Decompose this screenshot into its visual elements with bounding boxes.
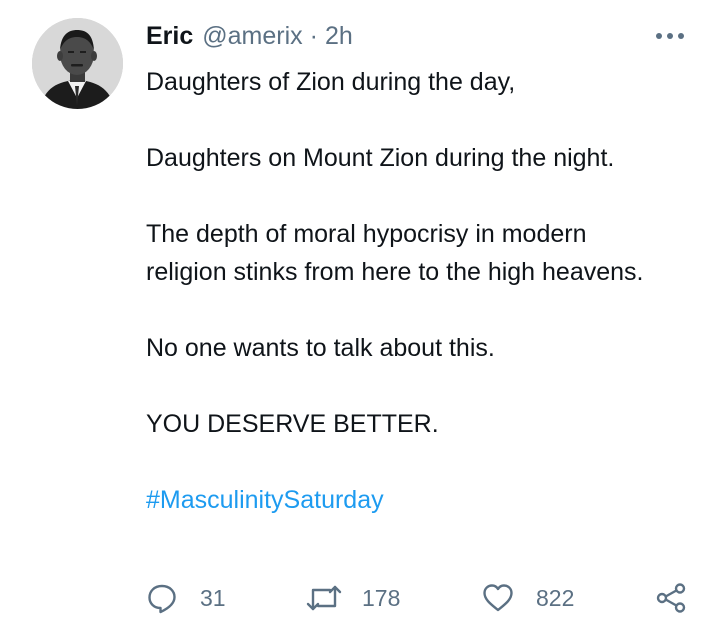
share-button[interactable] — [655, 577, 687, 619]
tweet-actions: 31 178 822 — [146, 577, 691, 619]
tweet-header: Eric @amerix · 2h — [146, 19, 353, 53]
retweet-count: 178 — [362, 584, 401, 611]
reply-button[interactable]: 31 — [146, 577, 226, 619]
tweet-timestamp[interactable]: 2h — [325, 22, 353, 51]
more-horizontal-icon — [656, 33, 684, 39]
reply-count: 31 — [200, 584, 226, 611]
author-name[interactable]: Eric — [146, 22, 193, 51]
hashtag-link[interactable]: #MasculinitySaturday — [146, 486, 384, 514]
avatar[interactable] — [32, 18, 123, 109]
tweet-paragraph: Daughters of Zion during the day, — [146, 68, 516, 96]
tweet-card[interactable]: Eric @amerix · 2h Daughters of Zion duri… — [0, 0, 720, 636]
tweet-text: Daughters of Zion during the day, Daught… — [146, 63, 686, 519]
tweet-paragraph: Daughters on Mount Zion during the night… — [146, 144, 615, 172]
heart-icon — [483, 584, 513, 612]
header-separator: · — [309, 21, 318, 50]
tweet-paragraph: No one wants to talk about this. — [146, 334, 495, 362]
like-button[interactable]: 822 — [482, 577, 574, 619]
profile-photo-icon — [32, 18, 123, 109]
share-icon — [656, 583, 686, 613]
more-options-button[interactable] — [652, 24, 688, 48]
like-count: 822 — [536, 584, 575, 611]
retweet-icon — [306, 585, 342, 611]
tweet-paragraph: YOU DESERVE BETTER. — [146, 410, 439, 438]
reply-icon — [148, 584, 176, 614]
retweet-button[interactable]: 178 — [306, 577, 400, 619]
author-handle[interactable]: @amerix — [202, 22, 302, 51]
tweet-paragraph: The depth of moral hypocrisy in modern r… — [146, 220, 644, 286]
